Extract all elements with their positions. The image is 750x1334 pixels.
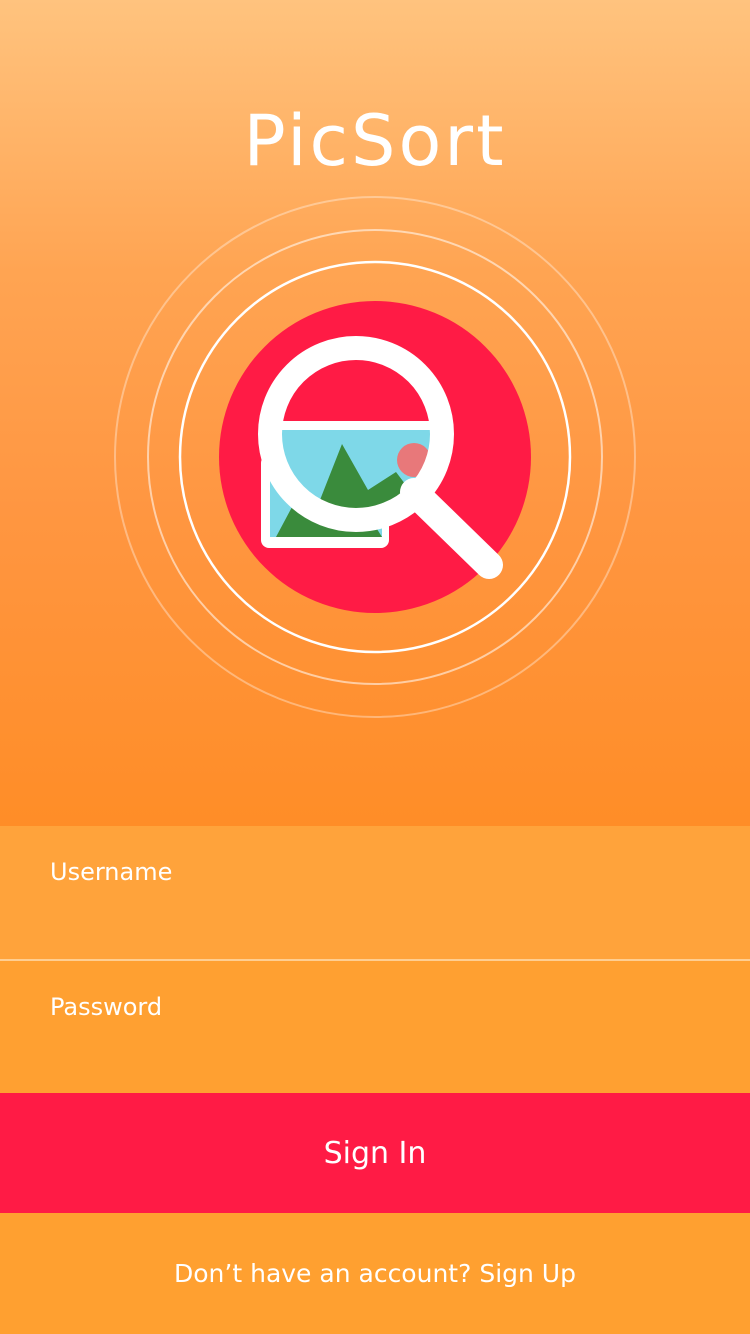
signup-link[interactable]: Sign Up [479,1259,576,1288]
username-field [0,826,750,961]
signup-footer: Don’t have an account? Sign Up [0,1213,750,1334]
password-field [0,961,750,1093]
username-input[interactable] [50,850,700,894]
password-input[interactable] [50,985,700,1029]
signin-button[interactable]: Sign In [0,1093,750,1213]
signup-prompt: Don’t have an account? [174,1259,480,1288]
app-logo [114,196,636,718]
